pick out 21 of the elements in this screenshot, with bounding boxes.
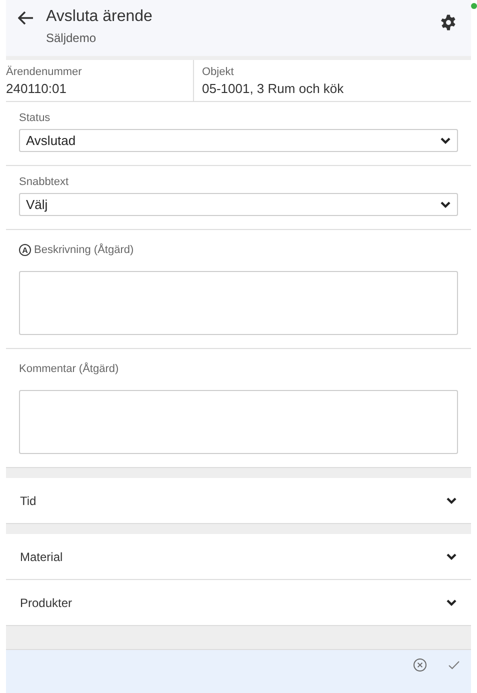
circled-letter-icon: A [19,244,31,256]
chevron-down-icon [446,598,457,606]
select-field[interactable]: Välj [19,193,458,216]
chevron-down-icon [440,200,451,208]
chevron-down-icon [446,496,457,504]
field-label: Status [19,112,52,124]
field-label: Ärendenummer [6,66,83,78]
chevron-down-icon [440,136,451,144]
select-field[interactable]: Avslutad [19,129,458,152]
settings-button[interactable] [440,14,457,31]
field-value: 05-1001, 3 Rum och kök [202,81,345,96]
chevron-down-icon [446,552,457,560]
field-label: Kommentar (Åtgärd) [19,363,119,375]
page-title: Avsluta ärende [46,8,154,26]
field-label: Snabbtext [19,176,70,188]
cancel-button[interactable] [413,658,427,672]
page-subtitle: Säljdemo [46,31,98,45]
field-value: 240110:01 [6,81,68,96]
back-button[interactable] [18,11,34,25]
field-label: Objekt [202,66,235,78]
field-label: Beskrivning (Åtgärd) [34,244,134,256]
